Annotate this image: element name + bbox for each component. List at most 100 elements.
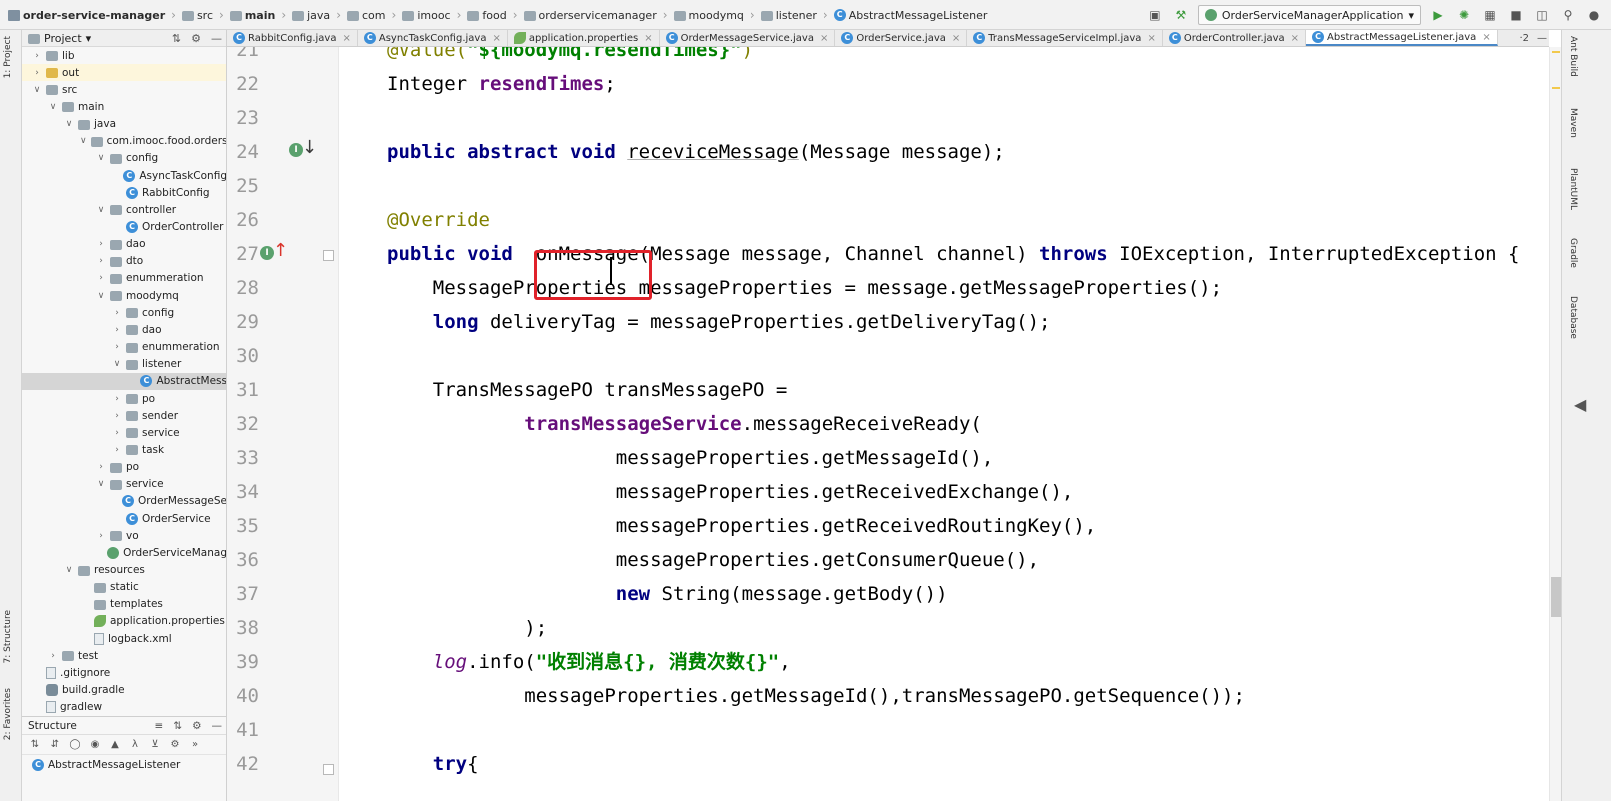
tree-item[interactable]: › dao (22, 236, 226, 253)
sort-alphabetically-icon[interactable]: ⇵ (48, 738, 62, 752)
tree-item[interactable]: AbstractMess (22, 372, 226, 390)
show-properties-icon[interactable]: ◉ (88, 738, 102, 752)
close-icon[interactable]: × (820, 33, 828, 44)
breadcrumb-item[interactable]: imooc (402, 9, 451, 22)
breadcrumb-item[interactable]: main (229, 9, 275, 22)
tree-item[interactable]: › dto (22, 253, 226, 270)
hide-panel-icon[interactable]: — (212, 720, 223, 732)
tree-item[interactable]: › dao (22, 321, 226, 338)
show-lambdas-icon[interactable]: λ (128, 738, 142, 752)
search-icon[interactable]: ⚲ (1559, 6, 1577, 24)
tree-item[interactable]: application.properties (22, 613, 226, 630)
chevron-right-icon[interactable]: › (48, 651, 58, 661)
collapse-all-icon[interactable]: ⇅ (173, 720, 182, 732)
vcs-icon[interactable]: ● (1585, 6, 1603, 24)
close-icon[interactable]: × (342, 33, 350, 44)
chevron-down-icon[interactable]: ∨ (96, 205, 106, 215)
favorites-tool-tab[interactable]: 2: Favorites (3, 688, 13, 740)
close-icon[interactable]: × (952, 33, 960, 44)
editor-tab[interactable]: OrderMessageService.java × (660, 30, 836, 46)
chevron-right-icon[interactable]: › (112, 428, 122, 438)
gradle-tool-tab[interactable]: Gradle (1568, 238, 1578, 268)
close-icon[interactable]: × (1482, 32, 1490, 43)
close-icon[interactable]: × (644, 33, 652, 44)
breadcrumb-item[interactable]: listener (760, 9, 817, 22)
tree-item[interactable]: › po (22, 459, 226, 476)
chevron-right-icon[interactable]: › (112, 411, 122, 421)
show-fields-icon[interactable]: ◯ (68, 738, 82, 752)
breadcrumb-item[interactable]: src (181, 9, 213, 22)
chevron-right-icon[interactable]: › (112, 325, 122, 335)
breadcrumb-item[interactable]: moodymq (673, 9, 744, 22)
tree-item[interactable]: ∨ listener (22, 356, 226, 373)
tree-item[interactable]: RabbitConfig (22, 184, 226, 201)
chevron-right-icon[interactable]: › (96, 239, 106, 249)
run-icon[interactable]: ▶ (1429, 6, 1447, 24)
editor-tab[interactable]: OrderController.java × (1163, 30, 1307, 46)
fold-marker-icon[interactable] (323, 250, 334, 261)
tree-item[interactable]: AsyncTaskConfig (22, 167, 226, 184)
tree-item[interactable]: › test (22, 647, 226, 664)
close-icon[interactable]: × (1147, 33, 1155, 44)
layout-icon[interactable]: ▣ (1146, 6, 1164, 24)
breadcrumb-item[interactable]: java (292, 9, 330, 22)
tree-item[interactable]: static (22, 579, 226, 596)
fold-marker-icon[interactable] (323, 764, 334, 775)
tree-item[interactable]: › config (22, 304, 226, 321)
tab-overflow[interactable]: ·2 — (1515, 30, 1547, 46)
tree-item[interactable]: ∨ moodymq (22, 287, 226, 304)
more-icon[interactable]: » (188, 738, 202, 752)
breadcrumb-item[interactable]: com (347, 9, 386, 22)
breadcrumb-item[interactable]: orderservicemanager (523, 9, 657, 22)
tree-item[interactable]: ∨ resources (22, 562, 226, 579)
editor-tab[interactable]: RabbitConfig.java × (227, 30, 358, 46)
chevron-right-icon[interactable]: › (112, 342, 122, 352)
tree-item[interactable]: OrderService (22, 510, 226, 527)
database-tool-tab[interactable]: Database (1568, 296, 1578, 339)
show-inherited-icon[interactable]: ▲ (108, 738, 122, 752)
tree-item[interactable]: OrderController (22, 219, 226, 236)
chevron-down-icon[interactable]: ∨ (96, 479, 106, 489)
tree-item[interactable]: › vo (22, 527, 226, 544)
tree-item[interactable]: OrderMessageSe (22, 493, 226, 510)
implements-method-icon[interactable]: I (260, 246, 274, 260)
chevron-down-icon[interactable]: ∨ (112, 359, 122, 369)
tree-item[interactable]: ∨ config (22, 150, 226, 167)
tree-item[interactable]: gradlew (22, 699, 226, 716)
breadcrumb-item[interactable]: AbstractMessageListener (833, 9, 987, 22)
chevron-down-icon[interactable]: ∨ (64, 565, 74, 575)
chevron-down-icon[interactable]: ∨ (48, 102, 58, 112)
structure-tool-tab[interactable]: 7: Structure (3, 610, 13, 664)
plantuml-tool-tab[interactable]: PlantUML (1568, 168, 1578, 210)
minimize-icon[interactable]: — (1537, 33, 1547, 44)
tree-item[interactable]: ∨ src (22, 81, 226, 98)
arrow-down-icon[interactable]: ↓ (302, 137, 317, 158)
build-hammer-icon[interactable]: ⚒ (1172, 6, 1190, 24)
structure-root-node[interactable]: AbstractMessageListener (22, 755, 226, 775)
hide-panel-icon[interactable]: — (211, 32, 222, 45)
ant-build-tool-tab[interactable]: Ant Build (1568, 36, 1578, 77)
project-tool-tab[interactable]: 1: Project (3, 36, 13, 78)
tree-item[interactable]: ∨ java (22, 116, 226, 133)
editor-tab[interactable]: AbstractMessageListener.java × (1306, 30, 1498, 46)
settings-icon[interactable]: ⚙ (168, 738, 182, 752)
breadcrumb-item[interactable]: food (467, 9, 507, 22)
chevron-down-icon[interactable]: ∨ (64, 119, 74, 129)
tree-item[interactable]: › enummeration (22, 339, 226, 356)
collapse-all-icon[interactable]: ⇅ (172, 32, 181, 45)
chevron-down-icon[interactable]: ∨ (80, 136, 87, 146)
tree-item[interactable]: ∨ com.imooc.food.orderse (22, 133, 226, 150)
chevron-right-icon[interactable]: › (96, 273, 106, 283)
tree-item[interactable]: › lib (22, 47, 226, 64)
tree-item[interactable]: › sender (22, 407, 226, 424)
chevron-down-icon[interactable]: ∨ (96, 153, 106, 163)
collapse-panel-icon[interactable]: ◀ (1574, 395, 1586, 414)
chevron-right-icon[interactable]: › (32, 68, 42, 78)
chevron-down-icon[interactable]: ∨ (96, 291, 106, 301)
breadcrumb-item[interactable]: order-service-manager (8, 9, 165, 22)
filter-icon[interactable]: ⊻ (148, 738, 162, 752)
tree-item[interactable]: logback.xml (22, 630, 226, 647)
chevron-right-icon[interactable]: › (96, 256, 106, 266)
expand-all-icon[interactable]: ≡ (154, 720, 163, 732)
close-icon[interactable]: × (1291, 33, 1299, 44)
